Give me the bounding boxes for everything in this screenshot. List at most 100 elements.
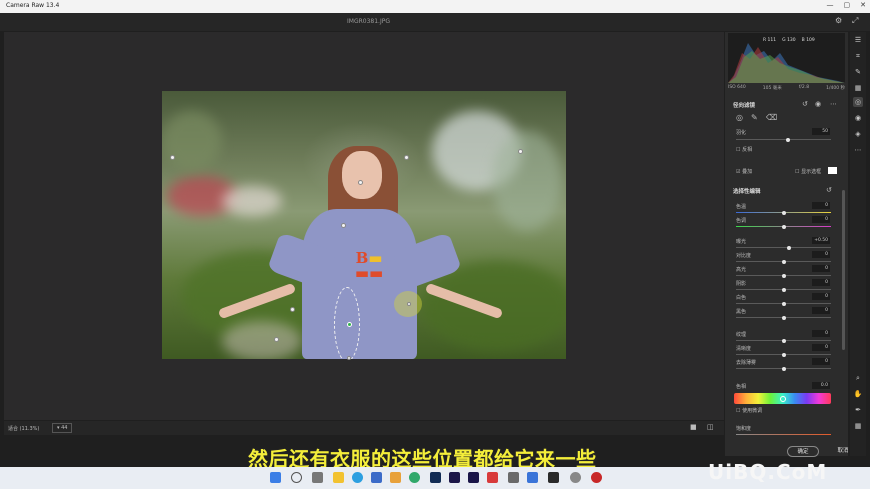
app-icon[interactable]: [527, 472, 538, 483]
slider-track[interactable]: [736, 259, 831, 264]
wps-icon[interactable]: [487, 472, 498, 483]
mask-pin[interactable]: [274, 337, 279, 342]
slider-value[interactable]: 0: [812, 330, 830, 337]
cancel-button[interactable]: 取消: [828, 446, 858, 457]
slider-value[interactable]: +0.50: [812, 237, 830, 244]
slider-track[interactable]: [736, 245, 831, 250]
folder-icon[interactable]: [333, 472, 344, 483]
slider-value[interactable]: 0: [812, 344, 830, 351]
store-icon[interactable]: [371, 472, 382, 483]
slider-knob[interactable]: [781, 224, 786, 229]
hue-value[interactable]: 0.0: [812, 382, 830, 389]
presets-icon[interactable]: ◈: [853, 129, 863, 139]
mask-pin[interactable]: [358, 180, 363, 185]
slider-knob[interactable]: [781, 315, 786, 320]
grid-icon[interactable]: ▦: [853, 421, 863, 431]
radial-tool-icon[interactable]: ◎: [736, 113, 743, 122]
media-encoder-icon[interactable]: [468, 472, 479, 483]
slider-value[interactable]: 0: [812, 251, 830, 258]
expand-icon[interactable]: ⤢: [852, 16, 858, 26]
more-icon[interactable]: ⋯: [830, 100, 837, 108]
slider-knob[interactable]: [781, 301, 786, 306]
undo-icon[interactable]: ↺: [802, 100, 808, 108]
redeye-icon[interactable]: ◉: [853, 113, 863, 123]
slider-value[interactable]: 0: [812, 279, 830, 286]
slider-track[interactable]: [736, 273, 831, 278]
healing-icon[interactable]: ✎: [853, 67, 863, 77]
app-icon[interactable]: [548, 472, 559, 483]
slider-value[interactable]: 0: [812, 358, 830, 365]
hue-knob[interactable]: [780, 396, 786, 402]
eraser-icon[interactable]: ⌫: [766, 113, 777, 122]
recorder-icon[interactable]: [591, 472, 602, 483]
saturation-slider[interactable]: [736, 434, 831, 435]
overlay-color-swatch[interactable]: [828, 167, 837, 174]
app-icon[interactable]: [390, 472, 401, 483]
crop-icon[interactable]: ⌗: [853, 51, 863, 61]
slider-track[interactable]: [736, 287, 831, 292]
slider-value[interactable]: 0: [812, 216, 830, 223]
close-button[interactable]: ✕: [860, 1, 866, 9]
feather-value[interactable]: 50: [812, 128, 830, 135]
overlay-checkbox[interactable]: ☑ 叠加: [736, 168, 752, 175]
slider-track[interactable]: [736, 315, 831, 320]
task-view-icon[interactable]: [312, 472, 323, 483]
slider-knob[interactable]: [781, 287, 786, 292]
single-view-icon[interactable]: ■: [690, 423, 697, 431]
slider-track[interactable]: [736, 338, 831, 343]
start-icon[interactable]: [270, 472, 281, 483]
mask-pin[interactable]: [290, 307, 295, 312]
mask-pin[interactable]: [518, 149, 523, 154]
slider-knob[interactable]: [781, 210, 786, 215]
ok-button[interactable]: 确定: [787, 446, 819, 457]
maximize-button[interactable]: ▢: [844, 1, 851, 9]
slider-value[interactable]: 0: [812, 293, 830, 300]
compare-view-icon[interactable]: ◫: [707, 423, 714, 431]
radial-mask-icon[interactable]: ◎: [853, 97, 863, 107]
slider-track[interactable]: [736, 301, 831, 306]
photo-preview[interactable]: B▬ ▬▬: [162, 91, 566, 359]
hand-icon[interactable]: ✋: [853, 389, 863, 399]
minimize-button[interactable]: —: [827, 1, 834, 9]
slider-knob[interactable]: [781, 273, 786, 278]
mask-pin[interactable]: [407, 302, 411, 306]
slider-knob[interactable]: [781, 259, 786, 264]
slider-value[interactable]: 0: [812, 202, 830, 209]
mask-icon[interactable]: ▦: [853, 83, 863, 93]
show-pins-checkbox[interactable]: ☐ 显示选框: [795, 168, 821, 175]
eye-icon[interactable]: ◉: [815, 100, 821, 108]
slider-track[interactable]: [736, 224, 831, 229]
slider-knob[interactable]: [781, 338, 786, 343]
search-icon[interactable]: [291, 472, 302, 483]
mask-pin[interactable]: [341, 223, 346, 228]
slider-knob[interactable]: [787, 245, 792, 250]
slider-track[interactable]: [736, 366, 831, 371]
slider-value[interactable]: 0: [812, 307, 830, 314]
settings-icon[interactable]: [570, 472, 581, 483]
premiere-icon[interactable]: [449, 472, 460, 483]
edge-icon[interactable]: [409, 472, 420, 483]
search-icon[interactable]: ⌕: [853, 373, 863, 383]
brush-icon[interactable]: ✎: [751, 113, 758, 122]
selected-mask-pin[interactable]: [347, 322, 352, 327]
slider-track[interactable]: [736, 352, 831, 357]
eyedropper-icon[interactable]: ✒: [853, 405, 863, 415]
reset-icon[interactable]: ↺: [826, 186, 832, 194]
fine-tune-checkbox[interactable]: ☐ 使用微调: [736, 407, 762, 414]
photoshop-icon[interactable]: [430, 472, 441, 483]
panel-scrollbar[interactable]: [842, 190, 845, 350]
mask-pin[interactable]: [404, 155, 409, 160]
slider-value[interactable]: 0: [812, 265, 830, 272]
slider-track[interactable]: [736, 210, 831, 215]
edit-tool-icon[interactable]: ☰: [853, 35, 863, 45]
gear-icon[interactable]: ⚙: [835, 16, 842, 25]
app-icon[interactable]: [508, 472, 519, 483]
more-icon[interactable]: ⋯: [853, 145, 863, 155]
feather-slider[interactable]: [736, 137, 831, 142]
slider-knob[interactable]: [781, 366, 786, 371]
zoom-level[interactable]: 适合 (11.3%): [8, 425, 39, 432]
slider-knob[interactable]: [781, 352, 786, 357]
mask-pin[interactable]: [170, 155, 175, 160]
mask-pin[interactable]: [347, 356, 351, 360]
browser-icon[interactable]: [352, 472, 363, 483]
